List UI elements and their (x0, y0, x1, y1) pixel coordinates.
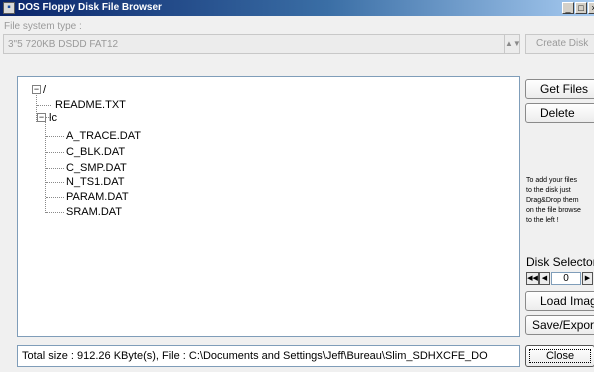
hint-line: on the file browse (526, 207, 581, 214)
title-bar[interactable]: ▪ DOS Floppy Disk File Browser _ □ × (0, 0, 594, 16)
tree-connector (46, 197, 64, 198)
tree-file-item[interactable]: C_BLK.DAT (66, 146, 125, 158)
tree-connector (46, 152, 64, 153)
tree-root-label[interactable]: / (43, 84, 46, 96)
window-title: DOS Floppy Disk File Browser (18, 2, 162, 13)
disk-selector-label: Disk Selector (526, 255, 594, 269)
tree-connector (46, 212, 64, 213)
hint-line: Drag&Drop them (526, 197, 579, 204)
get-files-button[interactable]: Get Files (525, 79, 594, 99)
filesystem-type-select[interactable]: 3"5 720KB DSDD FAT12 ▲▼ (3, 34, 521, 54)
maximize-button[interactable]: □ (575, 2, 587, 14)
tree-connector (46, 136, 64, 137)
filesystem-type-value: 3"5 720KB DSDD FAT12 (8, 39, 119, 50)
tree-folder-label[interactable]: lc (49, 112, 57, 124)
tree-file-item[interactable]: README.TXT (55, 99, 126, 111)
tree-connector (37, 105, 51, 106)
collapse-folder-icon[interactable]: − (37, 113, 46, 122)
first-disk-icon[interactable]: ◀◀ (526, 272, 539, 285)
save-export-button[interactable]: Save/Export (525, 315, 594, 335)
tree-file-item[interactable]: A_TRACE.DAT (66, 130, 141, 142)
tree-file-item[interactable]: SRAM.DAT (66, 206, 122, 218)
status-text-field: Total size : 912.26 KByte(s), File : C:\… (17, 345, 520, 367)
drag-drop-hint: To add your files to the disk just Drag&… (526, 176, 594, 226)
hint-line: to the left ! (526, 217, 559, 224)
floppy-app-icon: ▪ (3, 2, 15, 14)
select-arrows-icon[interactable]: ▲▼ (504, 35, 521, 53)
file-tree[interactable]: − / README.TXT − lc A_TRACE.DAT C_BLK.DA… (17, 76, 520, 337)
focus-ring (529, 349, 591, 363)
tree-connector (46, 182, 64, 183)
load-image-button[interactable]: Load Image (525, 291, 594, 311)
tree-file-item[interactable]: PARAM.DAT (66, 191, 129, 203)
tree-file-item[interactable]: C_SMP.DAT (66, 162, 127, 174)
hint-line: To add your files (526, 177, 577, 184)
filesystem-type-label: File system type : (4, 21, 82, 32)
minimize-button[interactable]: _ (562, 2, 574, 14)
create-disk-button[interactable]: Create Disk (525, 34, 594, 54)
prev-disk-icon[interactable]: ◀ (539, 272, 550, 285)
tree-connector (46, 168, 64, 169)
delete-button[interactable]: Delete (525, 103, 594, 123)
hint-line: to the disk just (526, 187, 571, 194)
tree-file-item[interactable]: N_TS1.DAT (66, 176, 124, 188)
next-disk-icon[interactable]: ▶ (582, 272, 593, 285)
close-button[interactable]: Close (525, 345, 594, 367)
close-window-button[interactable]: × (588, 2, 594, 14)
disk-selector-value[interactable]: 0 (551, 272, 581, 285)
collapse-root-icon[interactable]: − (32, 85, 41, 94)
